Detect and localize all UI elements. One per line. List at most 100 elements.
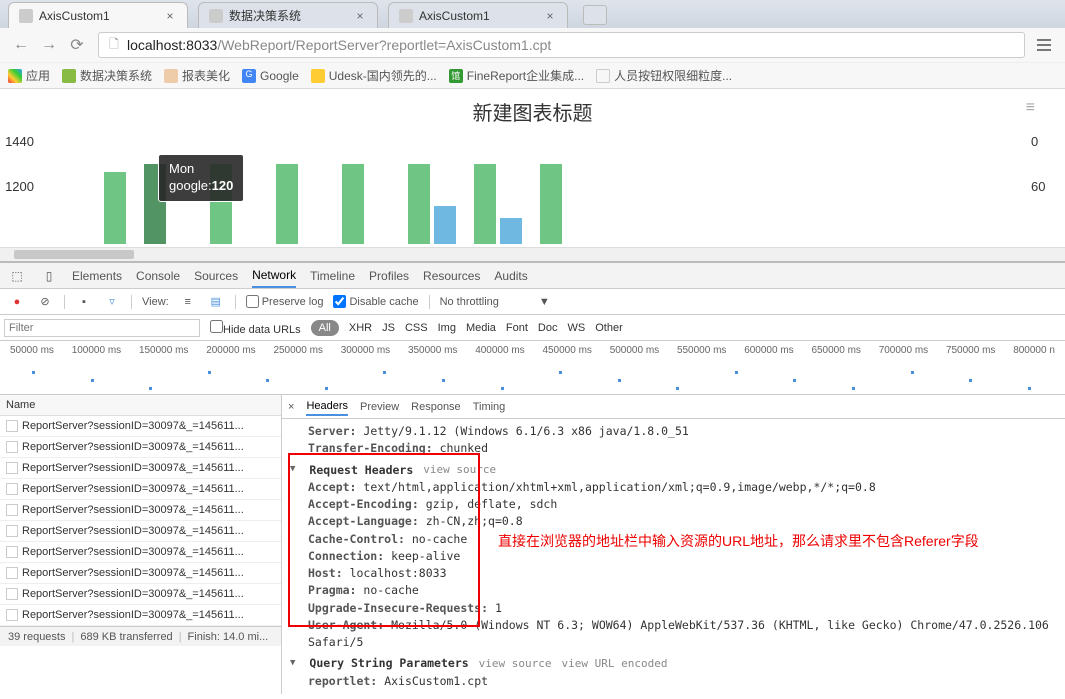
request-row[interactable]: ReportServer?sessionID=30097&_=145611...: [0, 458, 281, 479]
filter-xhr[interactable]: XHR: [349, 322, 372, 334]
bookmark-item[interactable]: Udesk-国内领先的...: [311, 67, 437, 84]
tab-audits[interactable]: Audits: [494, 269, 527, 283]
filter-css[interactable]: CSS: [405, 322, 428, 334]
tab-resources[interactable]: Resources: [423, 269, 480, 283]
inspect-icon[interactable]: ⬚: [8, 267, 26, 285]
chart-bar[interactable]: [276, 164, 298, 244]
detail-close[interactable]: ×: [288, 401, 294, 413]
file-icon: [6, 483, 18, 495]
preserve-log-checkbox[interactable]: Preserve log: [246, 295, 324, 308]
network-timeline[interactable]: 50000 ms100000 ms150000 ms200000 ms25000…: [0, 341, 1065, 395]
menu-icon[interactable]: [1031, 39, 1057, 51]
bookmark-item[interactable]: GGoogle: [242, 69, 299, 83]
chart-bar[interactable]: [474, 164, 496, 244]
tab-console[interactable]: Console: [136, 269, 180, 283]
nav-bar: ← → ⟳ 🗋 localhost:8033/WebReport/ReportS…: [0, 28, 1065, 62]
back-button[interactable]: ←: [8, 32, 34, 58]
request-list: Name ReportServer?sessionID=30097&_=1456…: [0, 395, 282, 694]
request-name: ReportServer?sessionID=30097&_=145611...: [22, 462, 244, 474]
horizontal-scrollbar[interactable]: [0, 247, 1065, 261]
request-name: ReportServer?sessionID=30097&_=145611...: [22, 441, 244, 453]
section-header[interactable]: Request Headers view source: [290, 462, 1057, 479]
detail-tab-preview[interactable]: Preview: [360, 401, 399, 413]
bookmark-item[interactable]: 数据决策系统: [62, 67, 152, 84]
header-item: Accept: text/html,application/xhtml+xml,…: [290, 479, 1057, 496]
general-server: Server: Jetty/9.1.12 (Windows 6.1/6.3 x8…: [290, 423, 1057, 440]
filter-js[interactable]: JS: [382, 322, 395, 334]
request-name: ReportServer?sessionID=30097&_=145611...: [22, 567, 244, 579]
hide-data-urls-checkbox[interactable]: Hide data URLs: [210, 320, 301, 336]
detail-tab-timing[interactable]: Timing: [473, 401, 506, 413]
disable-cache-checkbox[interactable]: Disable cache: [333, 295, 418, 308]
chart-bar[interactable]: [500, 218, 522, 244]
chart-bar[interactable]: [104, 172, 126, 244]
browser-tab-1[interactable]: AxisCustom1 ×: [8, 2, 188, 28]
request-row[interactable]: ReportServer?sessionID=30097&_=145611...: [0, 479, 281, 500]
detail-body[interactable]: Server: Jetty/9.1.12 (Windows 6.1/6.3 x8…: [282, 419, 1065, 694]
request-row[interactable]: ReportServer?sessionID=30097&_=145611...: [0, 542, 281, 563]
request-row[interactable]: ReportServer?sessionID=30097&_=145611...: [0, 605, 281, 626]
qsp-section: Query String Parameters view source view…: [290, 655, 1057, 690]
request-row[interactable]: ReportServer?sessionID=30097&_=145611...: [0, 437, 281, 458]
forward-button[interactable]: →: [36, 32, 62, 58]
close-icon[interactable]: ×: [543, 9, 557, 23]
browser-chrome: AxisCustom1 × 数据决策系统 × AxisCustom1 × ← →…: [0, 0, 1065, 89]
view-list-icon[interactable]: ≡: [179, 293, 197, 311]
chart[interactable]: 1440 1200 0 60 Mon google:120: [40, 134, 1025, 244]
tab-network[interactable]: Network: [252, 268, 296, 288]
tab-profiles[interactable]: Profiles: [369, 269, 409, 283]
filter-media[interactable]: Media: [466, 322, 496, 334]
browser-tab-3[interactable]: AxisCustom1 ×: [388, 2, 568, 28]
request-headers-section: Request Headers view source Accept: text…: [290, 462, 1057, 652]
filter-icon[interactable]: ▿: [103, 293, 121, 311]
file-icon: [6, 462, 18, 474]
filter-other[interactable]: Other: [595, 322, 623, 334]
filter-ws[interactable]: WS: [567, 322, 585, 334]
detail-tab-response[interactable]: Response: [411, 401, 461, 413]
tab-sources[interactable]: Sources: [194, 269, 238, 283]
tab-elements[interactable]: Elements: [72, 269, 122, 283]
browser-tab-2[interactable]: 数据决策系统 ×: [198, 2, 378, 28]
request-row[interactable]: ReportServer?sessionID=30097&_=145611...: [0, 500, 281, 521]
throttling-select[interactable]: No throttling: [440, 296, 499, 308]
section-header[interactable]: Query String Parameters view source view…: [290, 655, 1057, 672]
apps-button[interactable]: 应用: [8, 67, 50, 84]
new-tab-button[interactable]: [583, 5, 607, 25]
timeline-tick: 450000 ms: [542, 345, 591, 356]
file-icon: [6, 588, 18, 600]
filter-all[interactable]: All: [311, 320, 339, 336]
bookmark-item[interactable]: 报表美化: [164, 67, 230, 84]
bookmark-item[interactable]: 馆FineReport企业集成...: [449, 67, 584, 84]
device-icon[interactable]: ▯: [40, 267, 58, 285]
clear-icon[interactable]: ⊘: [36, 293, 54, 311]
chart-bar[interactable]: [434, 206, 456, 244]
request-row[interactable]: ReportServer?sessionID=30097&_=145611...: [0, 563, 281, 584]
chart-bar[interactable]: [408, 164, 430, 244]
timeline-tick: 400000 ms: [475, 345, 524, 356]
request-row[interactable]: ReportServer?sessionID=30097&_=145611...: [0, 584, 281, 605]
filter-img[interactable]: Img: [438, 322, 456, 334]
close-icon[interactable]: ×: [353, 9, 367, 23]
address-bar[interactable]: 🗋 localhost:8033/WebReport/ReportServer?…: [98, 32, 1025, 58]
request-row[interactable]: ReportServer?sessionID=30097&_=145611...: [0, 416, 281, 437]
request-row[interactable]: ReportServer?sessionID=30097&_=145611...: [0, 521, 281, 542]
filter-doc[interactable]: Doc: [538, 322, 558, 334]
header-item: Pragma: no-cache: [290, 582, 1057, 599]
chart-bar[interactable]: [540, 164, 562, 244]
header-item: Host: localhost:8033: [290, 565, 1057, 582]
scrollbar-thumb[interactable]: [14, 250, 134, 259]
view-large-icon[interactable]: ▤: [207, 293, 225, 311]
chart-menu-icon[interactable]: ≡: [1026, 99, 1035, 117]
filter-input[interactable]: [4, 319, 200, 337]
filter-font[interactable]: Font: [506, 322, 528, 334]
camera-icon[interactable]: ▪: [75, 293, 93, 311]
view-label: View:: [142, 296, 169, 308]
close-icon[interactable]: ×: [163, 9, 177, 23]
reqlist-header[interactable]: Name: [0, 395, 281, 416]
chart-bar[interactable]: [342, 164, 364, 244]
bookmark-item[interactable]: 人员按钮权限细粒度...: [596, 67, 732, 84]
detail-tab-headers[interactable]: Headers: [306, 400, 348, 416]
tab-timeline[interactable]: Timeline: [310, 269, 355, 283]
reload-button[interactable]: ⟳: [64, 32, 90, 58]
record-icon[interactable]: ●: [8, 293, 26, 311]
